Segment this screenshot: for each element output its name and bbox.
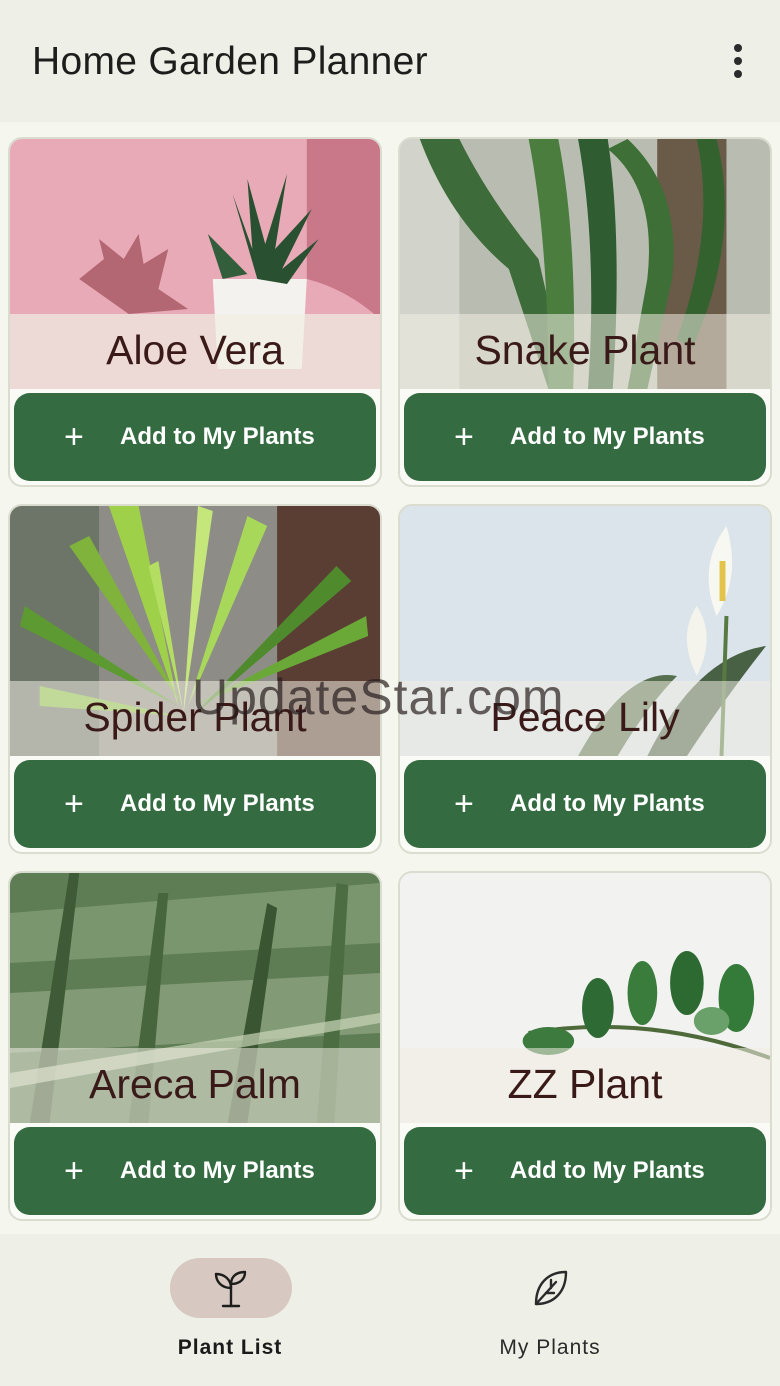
plant-name: Snake Plant (474, 327, 696, 373)
add-to-my-plants-button[interactable]: + Add to My Plants (14, 760, 376, 848)
add-to-my-plants-button[interactable]: + Add to My Plants (14, 393, 376, 481)
app-title: Home Garden Planner (32, 40, 428, 83)
menu-dot (734, 70, 742, 78)
nav-icon-container (489, 1258, 611, 1318)
add-to-my-plants-button[interactable]: + Add to My Plants (404, 393, 766, 481)
sprout-icon (214, 1270, 247, 1308)
plus-icon: + (64, 1151, 84, 1190)
watermark: UpdateStar.com (192, 669, 565, 725)
add-to-my-plants-button[interactable]: + Add to My Plants (404, 760, 766, 848)
nav-item-plant-list[interactable]: Plant List (70, 1234, 390, 1386)
nav-active-indicator (170, 1258, 292, 1318)
plant-name: ZZ Plant (507, 1061, 663, 1107)
plus-icon: + (454, 417, 474, 456)
plant-card-aloe-vera[interactable]: Aloe Vera + Add to My Plants (8, 137, 382, 487)
plant-card-areca-palm[interactable]: Areca Palm + Add to My Plants (8, 871, 382, 1221)
add-button-label: Add to My Plants (120, 423, 315, 450)
app-bar: Home Garden Planner (0, 0, 780, 122)
add-button-label: Add to My Plants (510, 790, 705, 817)
plus-icon: + (64, 417, 84, 456)
bottom-navigation: Plant List My Plants (0, 1234, 780, 1386)
add-button-label: Add to My Plants (120, 1157, 315, 1184)
plant-name: Aloe Vera (106, 327, 284, 373)
nav-label: Plant List (177, 1336, 283, 1359)
add-button-label: Add to My Plants (510, 1157, 705, 1184)
nav-label: My Plants (499, 1336, 601, 1359)
menu-dot (734, 57, 742, 65)
plant-card-zz-plant[interactable]: ZZ Plant + Add to My Plants (398, 871, 772, 1221)
add-button-label: Add to My Plants (120, 790, 315, 817)
add-button-label: Add to My Plants (510, 423, 705, 450)
plus-icon: + (454, 784, 474, 823)
more-vert-icon[interactable] (720, 38, 756, 84)
menu-dot (734, 44, 742, 52)
add-to-my-plants-button[interactable]: + Add to My Plants (14, 1127, 376, 1215)
add-to-my-plants-button[interactable]: + Add to My Plants (404, 1127, 766, 1215)
plus-icon: + (64, 784, 84, 823)
leaf-icon (534, 1270, 568, 1306)
plant-name: Areca Palm (89, 1061, 301, 1107)
nav-item-my-plants[interactable]: My Plants (390, 1234, 710, 1386)
plus-icon: + (454, 1151, 474, 1190)
plant-card-snake-plant[interactable]: Snake Plant + Add to My Plants (398, 137, 772, 487)
